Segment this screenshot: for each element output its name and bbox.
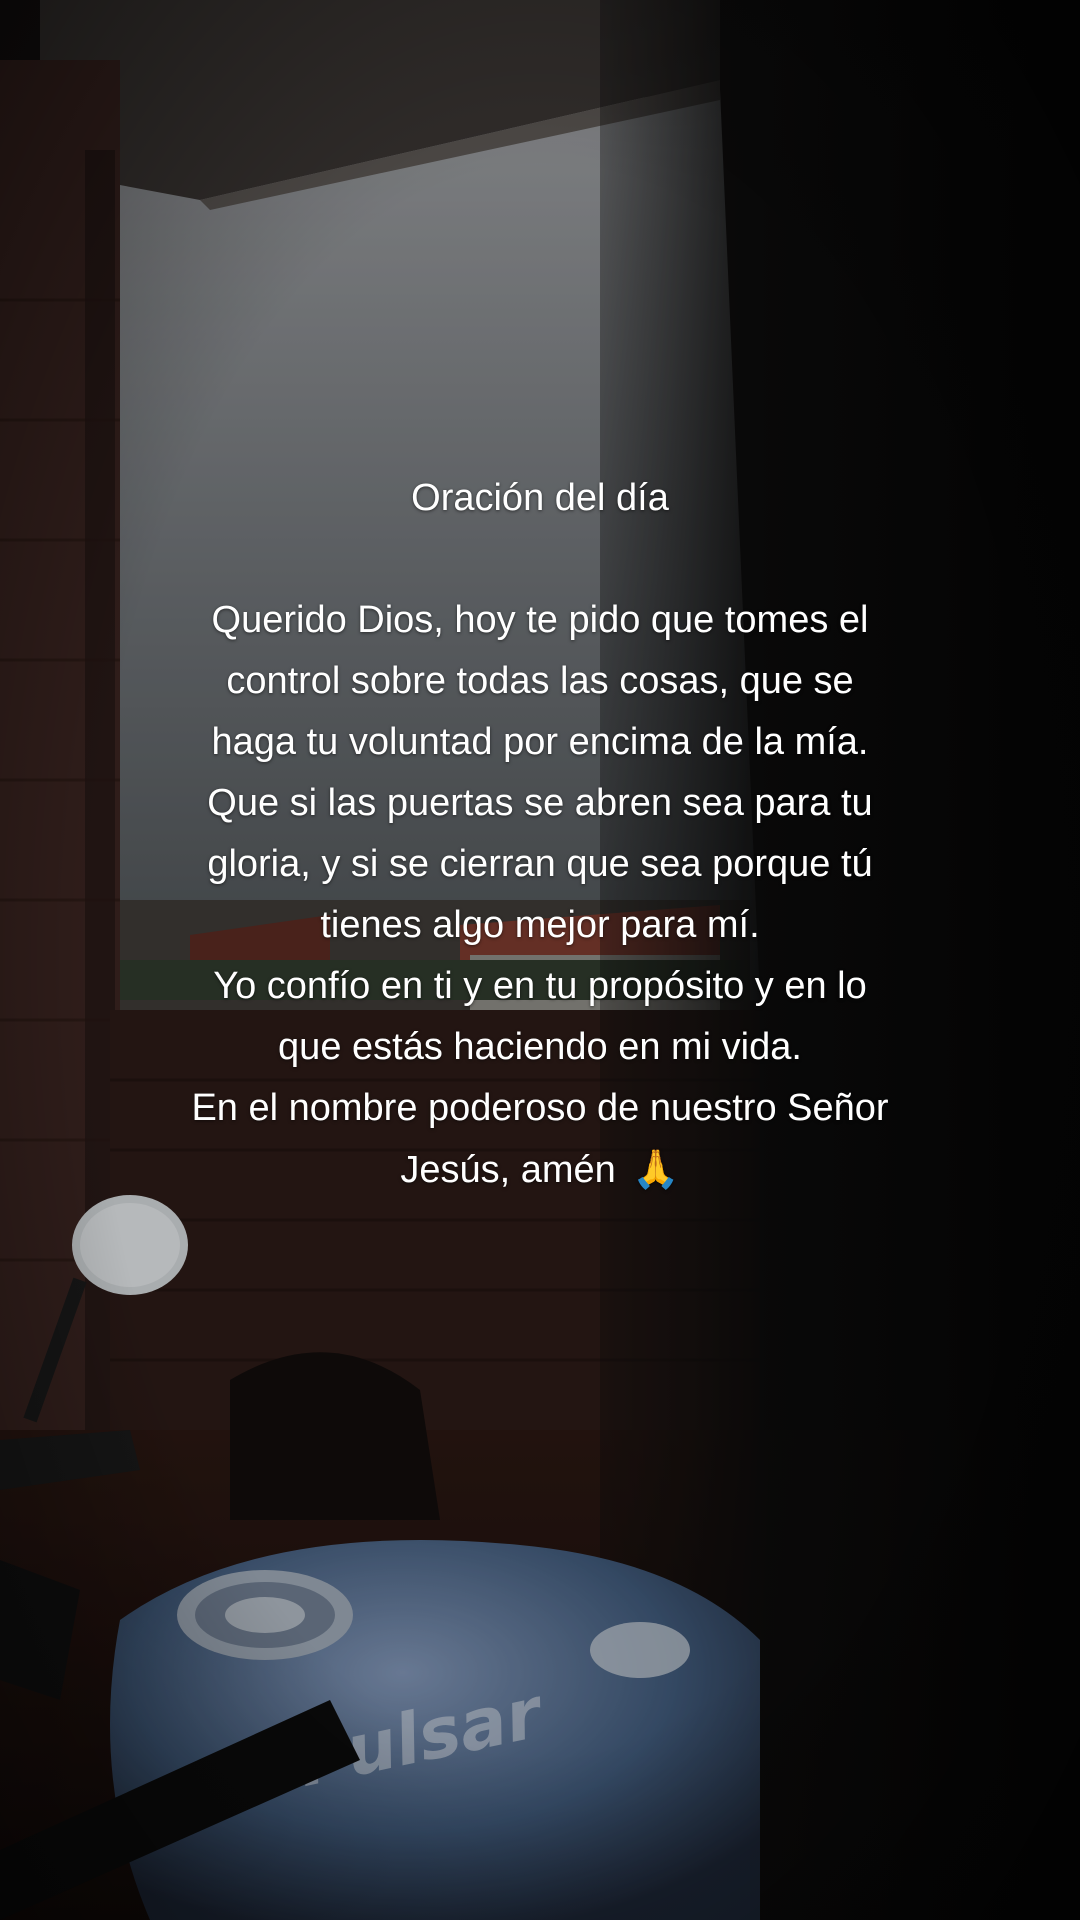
- caption-line: que estás haciendo en mi vida.: [278, 1026, 802, 1068]
- caption-line: Que si las puertas se abren sea para tu: [207, 782, 873, 824]
- caption-last-line: Jesús, amén 🙏: [100, 1139, 980, 1201]
- caption-line: Jesús, amén: [400, 1149, 616, 1191]
- caption-line: gloria, y si se cierran que sea porque t…: [207, 843, 873, 885]
- caption-line: haga tu voluntad por encima de la mía.: [211, 721, 869, 763]
- prayer-caption: Oración del día Querido Dios, hoy te pid…: [100, 468, 980, 1201]
- caption-line: control sobre todas las cosas, que se: [226, 660, 854, 702]
- caption-line: Yo confío en ti y en tu propósito y en l…: [213, 965, 867, 1007]
- praying-hands-icon: 🙏: [632, 1147, 680, 1191]
- caption-line: Querido Dios, hoy te pido que tomes el: [211, 599, 869, 641]
- caption-line: tienes algo mejor para mí.: [320, 904, 760, 946]
- story-screen: Pulsar Oración del día Querido Dios, hoy…: [0, 0, 1080, 1920]
- caption-line: En el nombre poderoso de nuestro Señor: [191, 1087, 889, 1129]
- caption-title: Oración del día: [411, 477, 669, 519]
